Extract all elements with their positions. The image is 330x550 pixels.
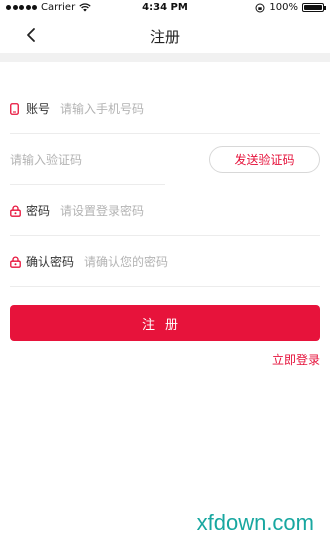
- lock-icon: [10, 255, 22, 268]
- password-input[interactable]: [60, 203, 320, 218]
- password-row: 密码: [10, 186, 320, 236]
- phone-input[interactable]: [60, 101, 320, 116]
- register-button[interactable]: 注册: [10, 305, 320, 341]
- code-input[interactable]: [10, 152, 165, 167]
- code-row: [10, 135, 165, 185]
- phone-label: 账号: [26, 102, 51, 116]
- rotation-lock-icon: [255, 3, 265, 12]
- confirm-password-row: 确认密码: [10, 237, 320, 287]
- battery-icon: [302, 3, 326, 12]
- nav-bar: 注册: [0, 16, 330, 54]
- section-divider: [0, 53, 330, 62]
- status-bar: Carrier 4:34 PM 100%: [0, 0, 330, 16]
- login-link[interactable]: 立即登录: [272, 351, 320, 368]
- send-code-button[interactable]: 发送验证码: [209, 146, 320, 173]
- watermark: xfdown.com: [196, 510, 314, 535]
- battery-percent: 100%: [269, 2, 298, 13]
- status-right: 100%: [255, 2, 326, 13]
- lock-icon: [10, 204, 22, 217]
- password-label: 密码: [26, 204, 51, 218]
- phone-icon: [10, 102, 22, 115]
- phone-row: 账号: [10, 84, 320, 134]
- confirm-password-input[interactable]: [84, 254, 320, 269]
- confirm-password-label: 确认密码: [26, 255, 75, 269]
- battery-fill: [304, 5, 322, 10]
- page-title: 注册: [149, 28, 180, 46]
